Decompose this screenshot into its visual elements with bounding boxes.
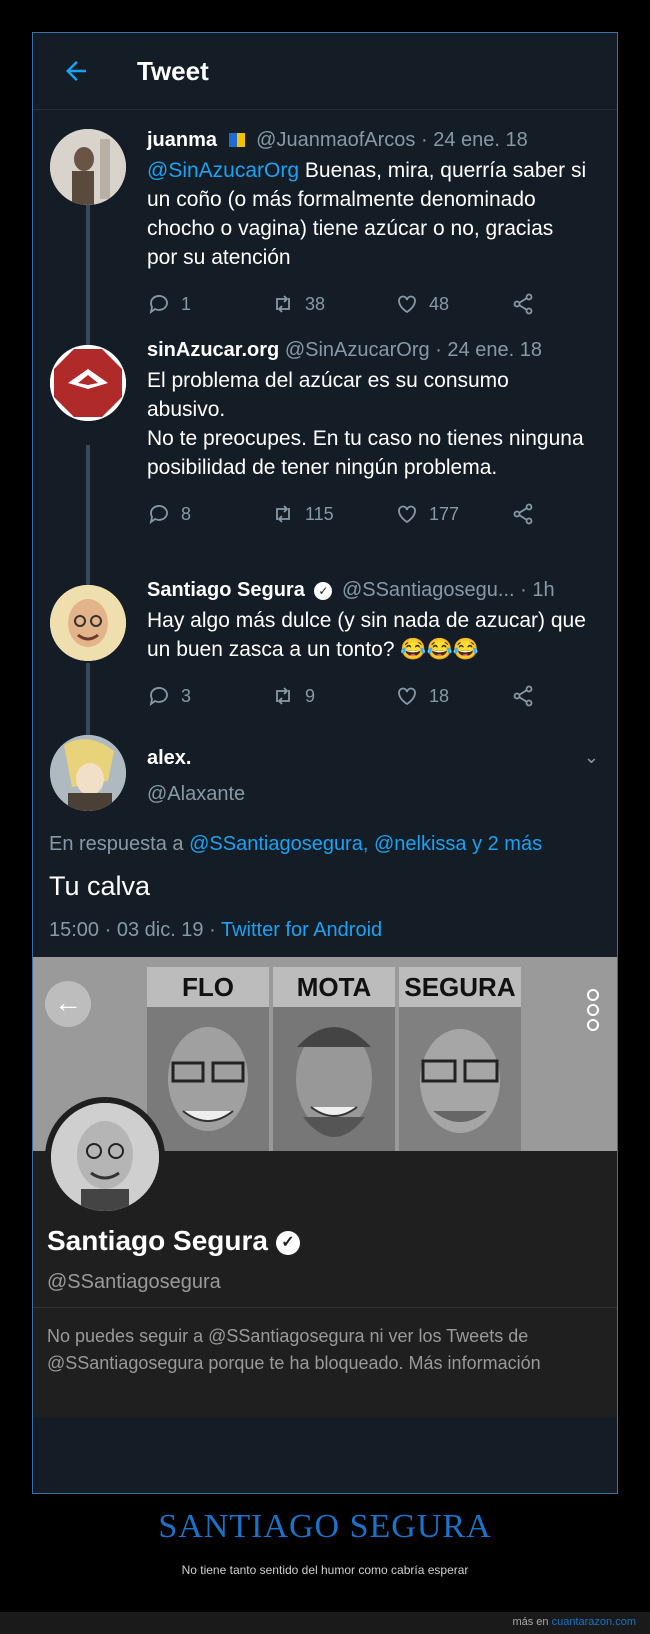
reply-button[interactable]: 3 — [147, 684, 263, 708]
chevron-down-icon[interactable]: ⌄ — [584, 747, 599, 768]
tweet-item[interactable]: Santiago Segura ✓ @SSantiagosegu... · 1h… — [33, 579, 617, 708]
site-credit: más en cuantarazon.com — [512, 1616, 636, 1628]
site-credit-bar: más en cuantarazon.com — [0, 1612, 650, 1634]
avatar[interactable] — [50, 735, 126, 811]
more-options-icon[interactable] — [587, 989, 599, 1031]
author-handle[interactable]: @SinAzucarOrg — [285, 339, 430, 361]
share-icon — [513, 503, 533, 525]
share-button[interactable] — [511, 502, 551, 526]
share-icon — [513, 293, 533, 315]
share-icon — [513, 685, 533, 707]
reply-icon — [149, 687, 168, 707]
tweet-actions: 3 9 18 — [147, 684, 617, 708]
blocked-notice: No puedes seguir a @SSantiagosegura ni v… — [47, 1326, 541, 1373]
like-button[interactable]: 18 — [395, 684, 511, 708]
author-name[interactable]: sinAzucar.org — [147, 339, 279, 361]
tweet-actions: 1 38 48 — [147, 292, 617, 316]
site-link[interactable]: cuantarazon.com — [552, 1616, 636, 1628]
divider — [33, 1307, 617, 1308]
heart-icon — [398, 505, 416, 524]
tweet-item[interactable]: juanma @JuanmaofArcos · 24 ene. 18 ⌄ @Si… — [33, 129, 617, 316]
verified-badge-icon: ✓ — [314, 582, 333, 600]
reply-button[interactable]: 8 — [147, 502, 263, 526]
author-handle[interactable]: @SSantiagosegu... — [342, 579, 515, 601]
avatar[interactable] — [50, 585, 126, 661]
screenshot-frame: Tweet juanma @JuanmaofArcos · 24 ene. 18… — [32, 32, 618, 1494]
tweet-date: · 1h — [520, 579, 555, 601]
banner-panel: MOTA — [273, 967, 395, 1151]
caption-title: SANTIAGO SEGURA — [158, 1508, 492, 1545]
flag-icon — [228, 133, 245, 147]
share-button[interactable] — [511, 292, 551, 316]
tweet-text: Tu calva — [49, 871, 151, 901]
profile-name: Santiago Segura ✓ — [47, 1225, 300, 1257]
tweet-actions: 8 115 177 — [147, 502, 617, 526]
tweet-header: sinAzucar.org @SinAzucarOrg · 24 ene. 18 — [147, 339, 617, 362]
tweet-text: Hay algo más dulce (y sin nada de azucar… — [147, 609, 586, 661]
heart-icon — [398, 295, 416, 314]
main-tweet: alex. @Alaxante ⌄ En respuesta a @SSanti… — [33, 735, 617, 953]
author-handle[interactable]: @JuanmaofArcos — [256, 129, 415, 151]
tweet-timestamp: 15:00 · 03 dic. 19 · Twitter for Android — [49, 919, 383, 941]
profile-screenshot: FLO MOTA SEGURA ← Santiago Segura ✓ @SSa… — [33, 957, 617, 1417]
reply-icon — [149, 505, 168, 525]
avatar[interactable] — [50, 129, 126, 205]
profile-avatar[interactable] — [45, 1097, 165, 1217]
like-button[interactable]: 48 — [395, 292, 511, 316]
stop-sign-logo-icon — [50, 345, 126, 421]
page-title: Tweet — [137, 55, 209, 86]
profile-handle: @SSantiagosegura — [47, 1271, 221, 1293]
reply-context: En respuesta a @SSantiagosegura, @nelkis… — [49, 833, 543, 855]
like-button[interactable]: 177 — [395, 502, 511, 526]
verified-badge-icon: ✓ — [275, 1231, 300, 1255]
reply-button[interactable]: 1 — [147, 292, 263, 316]
client-link[interactable]: Twitter for Android — [221, 919, 382, 941]
banner-panel: FLO — [147, 967, 269, 1151]
retweet-button[interactable]: 9 — [271, 684, 387, 708]
back-arrow-icon[interactable] — [61, 56, 91, 86]
tweet-item[interactable]: sinAzucar.org @SinAzucarOrg · 24 ene. 18… — [33, 339, 617, 526]
author-handle[interactable]: @Alaxante — [147, 783, 245, 806]
avatar[interactable] — [50, 345, 126, 421]
retweet-button[interactable]: 115 — [271, 502, 387, 526]
tweet-header: juanma @JuanmaofArcos · 24 ene. 18 — [147, 129, 617, 152]
tweet-date: · 24 ene. 18 — [435, 339, 542, 361]
banner-panel: SEGURA — [399, 967, 521, 1151]
tweet-date: · 24 ene. 18 — [420, 129, 528, 151]
author-name[interactable]: alex. — [147, 747, 191, 770]
retweet-icon — [276, 505, 290, 523]
author-name[interactable]: juanma — [147, 129, 217, 151]
tweet-text: El problema del azúcar es su consumo abu… — [147, 369, 584, 479]
tweet-text: @SinAzucarOrg Buenas, mira, querría sabe… — [147, 159, 587, 269]
heart-icon — [398, 687, 416, 706]
back-arrow-icon[interactable]: ← — [45, 981, 91, 1027]
retweet-icon — [276, 295, 290, 313]
top-bar: Tweet — [33, 33, 617, 110]
reply-to-links[interactable]: @SSantiagosegura, @nelkissa y 2 más — [189, 833, 542, 855]
author-name[interactable]: Santiago Segura — [147, 579, 305, 601]
retweet-icon — [276, 687, 290, 705]
mention-link[interactable]: @SinAzucarOrg — [147, 159, 299, 182]
share-button[interactable] — [511, 684, 551, 708]
reply-icon — [149, 295, 168, 315]
retweet-button[interactable]: 38 — [271, 292, 387, 316]
tweet-header: Santiago Segura ✓ @SSantiagosegu... · 1h — [147, 579, 617, 602]
caption-subtitle: No tiene tanto sentido del humor como ca… — [181, 1563, 469, 1577]
